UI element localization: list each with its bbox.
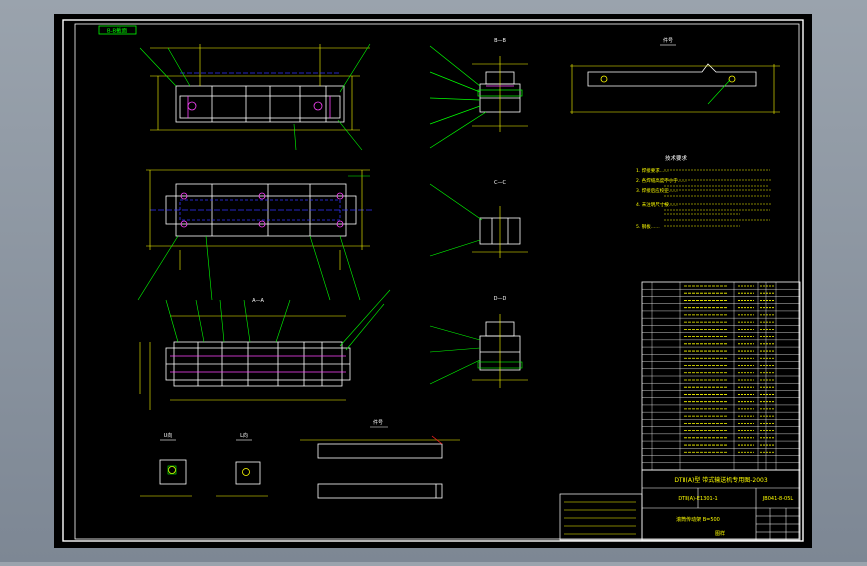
notes-line: 5. 钢板…… (636, 223, 660, 230)
title-company: DTⅡ(A)型 带式输送机专用图-2003 (674, 476, 768, 484)
cad-viewport: B-B截面 A—A U向 L向 件号 B—B C—C D—D 件号 技术要求 1… (0, 0, 867, 562)
notes-title: 技术要求 (665, 154, 688, 162)
notes-line: 1. 焊接要求…… (636, 167, 669, 174)
notes-line: 3. 焊接后应校正…… (636, 187, 678, 194)
notes-line: 2. 各焊缝高度不小于…… (636, 177, 687, 184)
title-code: JB041-8-05L (762, 496, 794, 502)
drawing-canvas[interactable]: B-B截面 A—A U向 L向 件号 B—B C—C D—D 件号 技术要求 1… (0, 0, 867, 562)
drawing-sheet (54, 14, 812, 548)
notes-line: 4. 未注明尺寸按…… (636, 201, 678, 208)
title-drawing-no: DTⅡ(A)-E1301-1 (678, 496, 717, 502)
title-part-name: 滚筒传动架 B=500 (676, 516, 720, 523)
view-label-l: L向 (240, 432, 248, 439)
view-label-a-a: A—A (252, 298, 264, 304)
view-label-c-c: C—C (494, 180, 506, 186)
corner-tag: B-B截面 (107, 27, 128, 35)
view-label-u: U向 (164, 432, 173, 439)
view-label-b-b: B—B (494, 38, 506, 44)
view-label-d-d: D—D (494, 296, 507, 302)
title-stage: 图样 (715, 530, 725, 537)
view-label-part-top: 件号 (663, 37, 673, 44)
view-label-part-bottom: 件号 (373, 419, 383, 426)
